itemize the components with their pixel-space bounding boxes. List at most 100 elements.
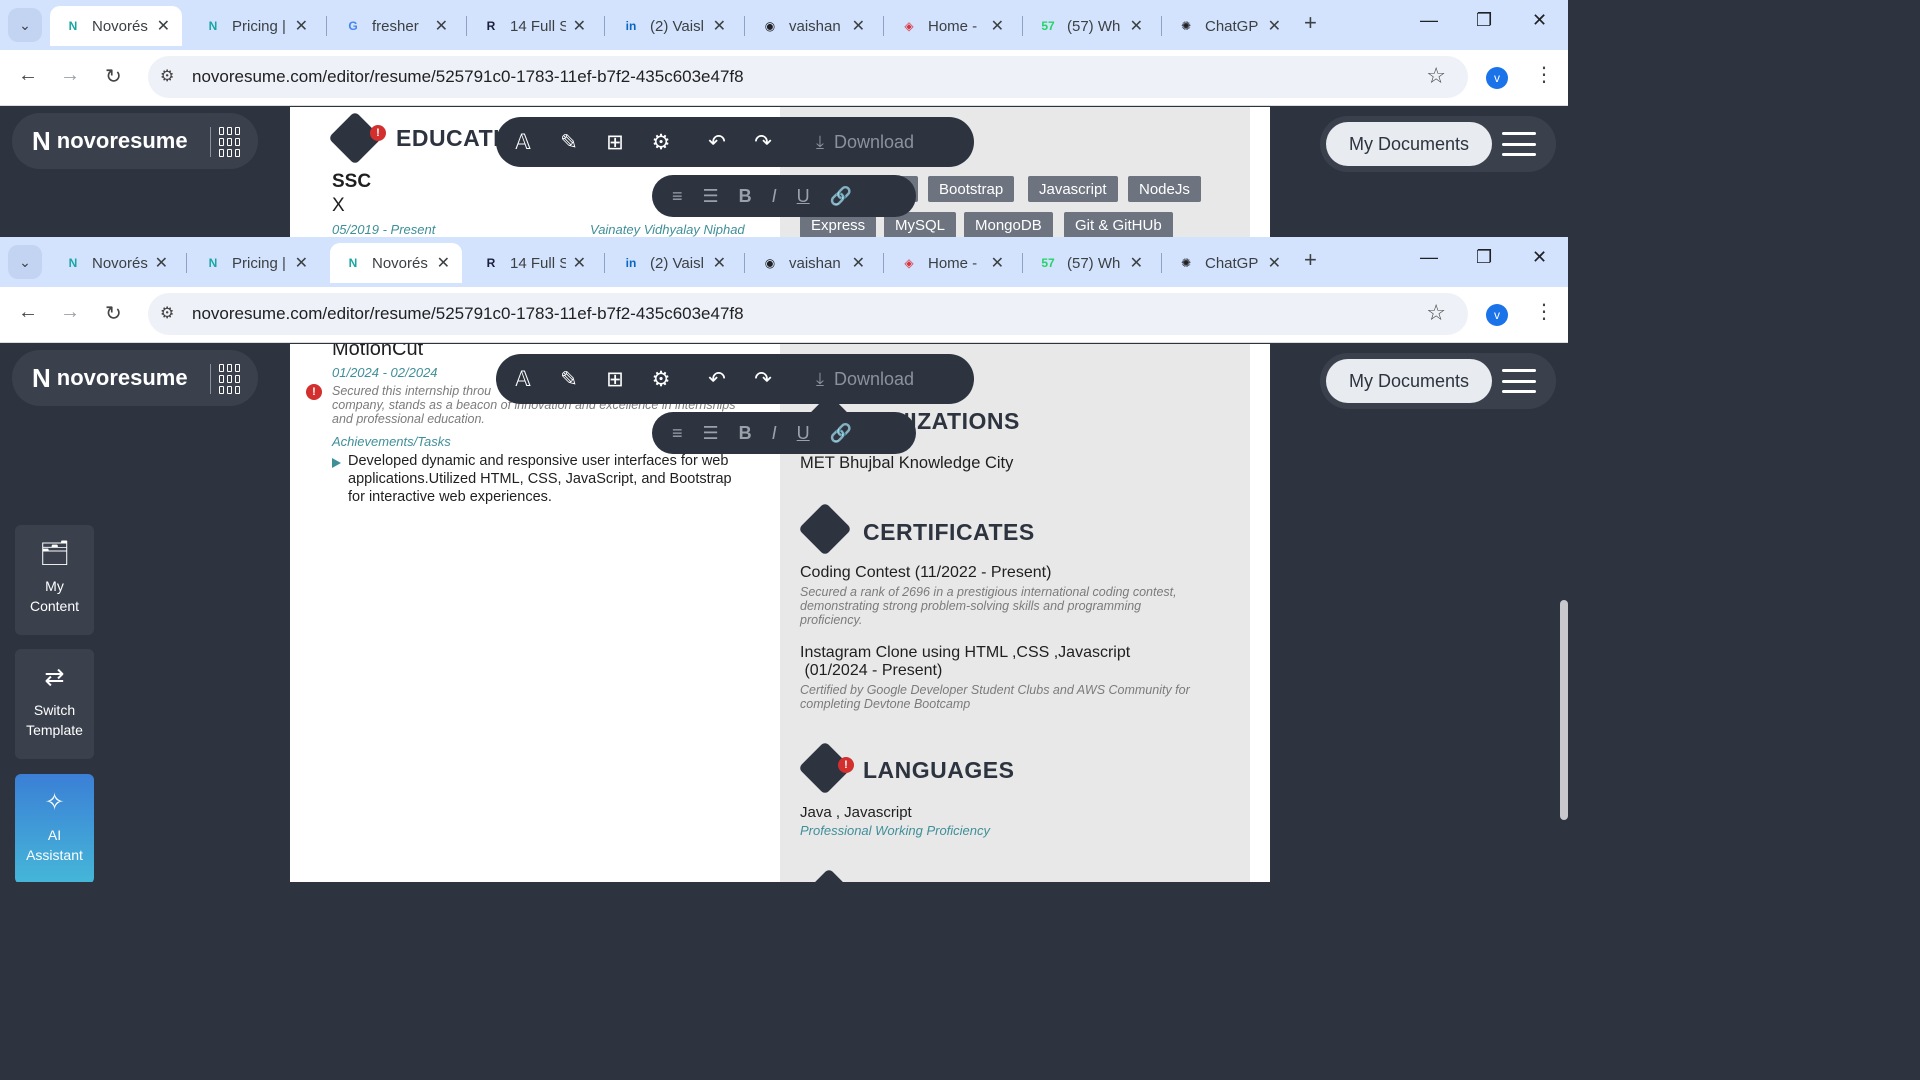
justify-icon[interactable]: ☰: [703, 423, 719, 444]
skill-tag[interactable]: Bootstrap: [928, 176, 1015, 202]
switch-template-button[interactable]: ⇄ Switch Template: [15, 649, 94, 759]
browser-tab[interactable]: ◉ vaishan ✕: [747, 243, 877, 283]
font-icon[interactable]: 𝔸: [504, 367, 542, 392]
language-name[interactable]: Java , Javascript: [800, 804, 912, 821]
browser-tab[interactable]: ✺ ChatGP ✕: [1163, 243, 1293, 283]
color-brush-icon[interactable]: ✎: [550, 130, 588, 155]
minimize-button[interactable]: —: [1420, 247, 1438, 268]
certificate-title[interactable]: Coding Contest (11/2022 - Present): [800, 564, 1051, 582]
site-info-icon[interactable]: ⚙: [160, 66, 174, 86]
degree-text[interactable]: SSC: [332, 171, 371, 193]
tab-close-icon[interactable]: ✕: [573, 16, 586, 36]
my-documents-button[interactable]: My Documents: [1326, 122, 1492, 166]
reload-icon[interactable]: ↻: [105, 64, 122, 89]
undo-icon[interactable]: ↶: [698, 130, 736, 155]
tab-close-icon[interactable]: ✕: [852, 253, 865, 273]
back-icon[interactable]: ←: [18, 64, 38, 87]
restore-button[interactable]: ❐: [1476, 10, 1492, 31]
tab-close-icon[interactable]: ✕: [295, 16, 308, 36]
certificate-description[interactable]: Certified by Google Developer Student Cl…: [800, 683, 1220, 711]
apps-grid-icon[interactable]: [210, 127, 240, 157]
undo-icon[interactable]: ↶: [698, 367, 736, 392]
browser-tab[interactable]: N Pricing | ✕: [190, 6, 320, 46]
layout-icon[interactable]: ⊞: [596, 367, 634, 392]
browser-tab[interactable]: N Novorés ✕: [330, 243, 462, 283]
tab-close-icon[interactable]: ✕: [1268, 16, 1281, 36]
italic-icon[interactable]: I: [772, 423, 777, 444]
tab-close-icon[interactable]: ✕: [713, 16, 726, 36]
browser-tab[interactable]: ◉ vaishan ✕: [747, 6, 877, 46]
site-info-icon[interactable]: ⚙: [160, 303, 174, 323]
bookmark-star-icon[interactable]: ☆: [1426, 300, 1446, 326]
minimize-button[interactable]: —: [1420, 10, 1438, 31]
page-scrollbar[interactable]: [1560, 600, 1568, 820]
tab-close-icon[interactable]: ✕: [295, 253, 308, 273]
forward-icon[interactable]: →: [60, 64, 80, 87]
achievement-bullet[interactable]: Developed dynamic and responsive user in…: [348, 452, 768, 506]
browser-tab[interactable]: R 14 Full S ✕: [468, 6, 598, 46]
field-text[interactable]: X: [332, 195, 345, 217]
tab-close-icon[interactable]: ✕: [157, 16, 170, 36]
certificates-title[interactable]: CERTIFICATES: [863, 519, 1035, 546]
underline-icon[interactable]: U: [797, 186, 810, 207]
novoresume-logo[interactable]: N novoresume: [12, 113, 258, 169]
bold-icon[interactable]: B: [739, 423, 752, 444]
tab-close-icon[interactable]: ✕: [435, 16, 448, 36]
browser-menu-icon[interactable]: ⋮: [1534, 62, 1554, 87]
redo-icon[interactable]: ↷: [744, 367, 782, 392]
my-content-button[interactable]: 🗂 My Content: [15, 525, 94, 635]
settings-icon[interactable]: ⚙: [642, 130, 680, 155]
bookmark-star-icon[interactable]: ☆: [1426, 63, 1446, 89]
hamburger-menu-icon[interactable]: [1502, 132, 1536, 156]
italic-icon[interactable]: I: [772, 186, 777, 207]
browser-tab[interactable]: N Pricing | ✕: [190, 243, 320, 283]
profile-avatar[interactable]: v: [1486, 67, 1508, 89]
browser-tab[interactable]: 57 (57) Wh ✕: [1025, 6, 1155, 46]
new-tab-button[interactable]: +: [1304, 10, 1317, 36]
apps-grid-icon[interactable]: [210, 364, 240, 394]
tab-search-button[interactable]: ⌄: [8, 8, 42, 42]
download-button[interactable]: ⤓ Download: [816, 369, 914, 390]
reload-icon[interactable]: ↻: [105, 301, 122, 326]
language-proficiency[interactable]: Professional Working Proficiency: [800, 823, 990, 838]
redo-icon[interactable]: ↷: [744, 130, 782, 155]
tab-close-icon[interactable]: ✕: [991, 16, 1004, 36]
certificate-title[interactable]: Instagram Clone using HTML ,CSS ,Javascr…: [800, 644, 1130, 680]
browser-tab[interactable]: N Novorés ✕: [50, 6, 182, 46]
skill-tag[interactable]: MongoDB: [964, 212, 1053, 237]
font-icon[interactable]: 𝔸: [504, 130, 542, 155]
tab-close-icon[interactable]: ✕: [1130, 253, 1143, 273]
tab-close-icon[interactable]: ✕: [573, 253, 586, 273]
my-documents-button[interactable]: My Documents: [1326, 359, 1492, 403]
url-text[interactable]: novoresume.com/editor/resume/525791c0-17…: [192, 67, 744, 87]
company-name[interactable]: MotionCut: [332, 344, 423, 361]
experience-dates[interactable]: 01/2024 - 02/2024: [332, 365, 438, 380]
link-icon[interactable]: 🔗: [830, 423, 852, 444]
warning-icon[interactable]: !: [306, 384, 322, 400]
tab-close-icon[interactable]: ✕: [437, 253, 450, 273]
close-window-button[interactable]: ✕: [1532, 247, 1547, 268]
bold-icon[interactable]: B: [739, 186, 752, 207]
skill-tag[interactable]: Javascript: [1028, 176, 1118, 202]
skill-tag[interactable]: NodeJs: [1128, 176, 1201, 202]
color-brush-icon[interactable]: ✎: [550, 367, 588, 392]
omnibox[interactable]: ⚙ novoresume.com/editor/resume/525791c0-…: [148, 293, 1468, 335]
omnibox[interactable]: ⚙ novoresume.com/editor/resume/525791c0-…: [148, 56, 1468, 98]
novoresume-logo[interactable]: N novoresume: [12, 350, 258, 406]
link-icon[interactable]: 🔗: [830, 186, 852, 207]
skill-tag[interactable]: Git & GitHUb: [1064, 212, 1173, 237]
hamburger-menu-icon[interactable]: [1502, 369, 1536, 393]
settings-icon[interactable]: ⚙: [642, 367, 680, 392]
back-icon[interactable]: ←: [18, 301, 38, 324]
tab-close-icon[interactable]: ✕: [713, 253, 726, 273]
ai-assistant-button[interactable]: ✧ AI Assistant: [15, 774, 94, 882]
warning-icon[interactable]: !: [370, 125, 386, 141]
browser-tab[interactable]: in (2) Vaisl ✕: [608, 243, 738, 283]
warning-icon[interactable]: !: [838, 757, 854, 773]
tab-close-icon[interactable]: ✕: [852, 16, 865, 36]
browser-menu-icon[interactable]: ⋮: [1534, 299, 1554, 324]
school-name[interactable]: Vainatey Vidhyalay Niphad: [590, 222, 745, 237]
education-dates[interactable]: 05/2019 - Present: [332, 222, 435, 237]
tab-close-icon[interactable]: ✕: [1268, 253, 1281, 273]
profile-avatar[interactable]: v: [1486, 304, 1508, 326]
